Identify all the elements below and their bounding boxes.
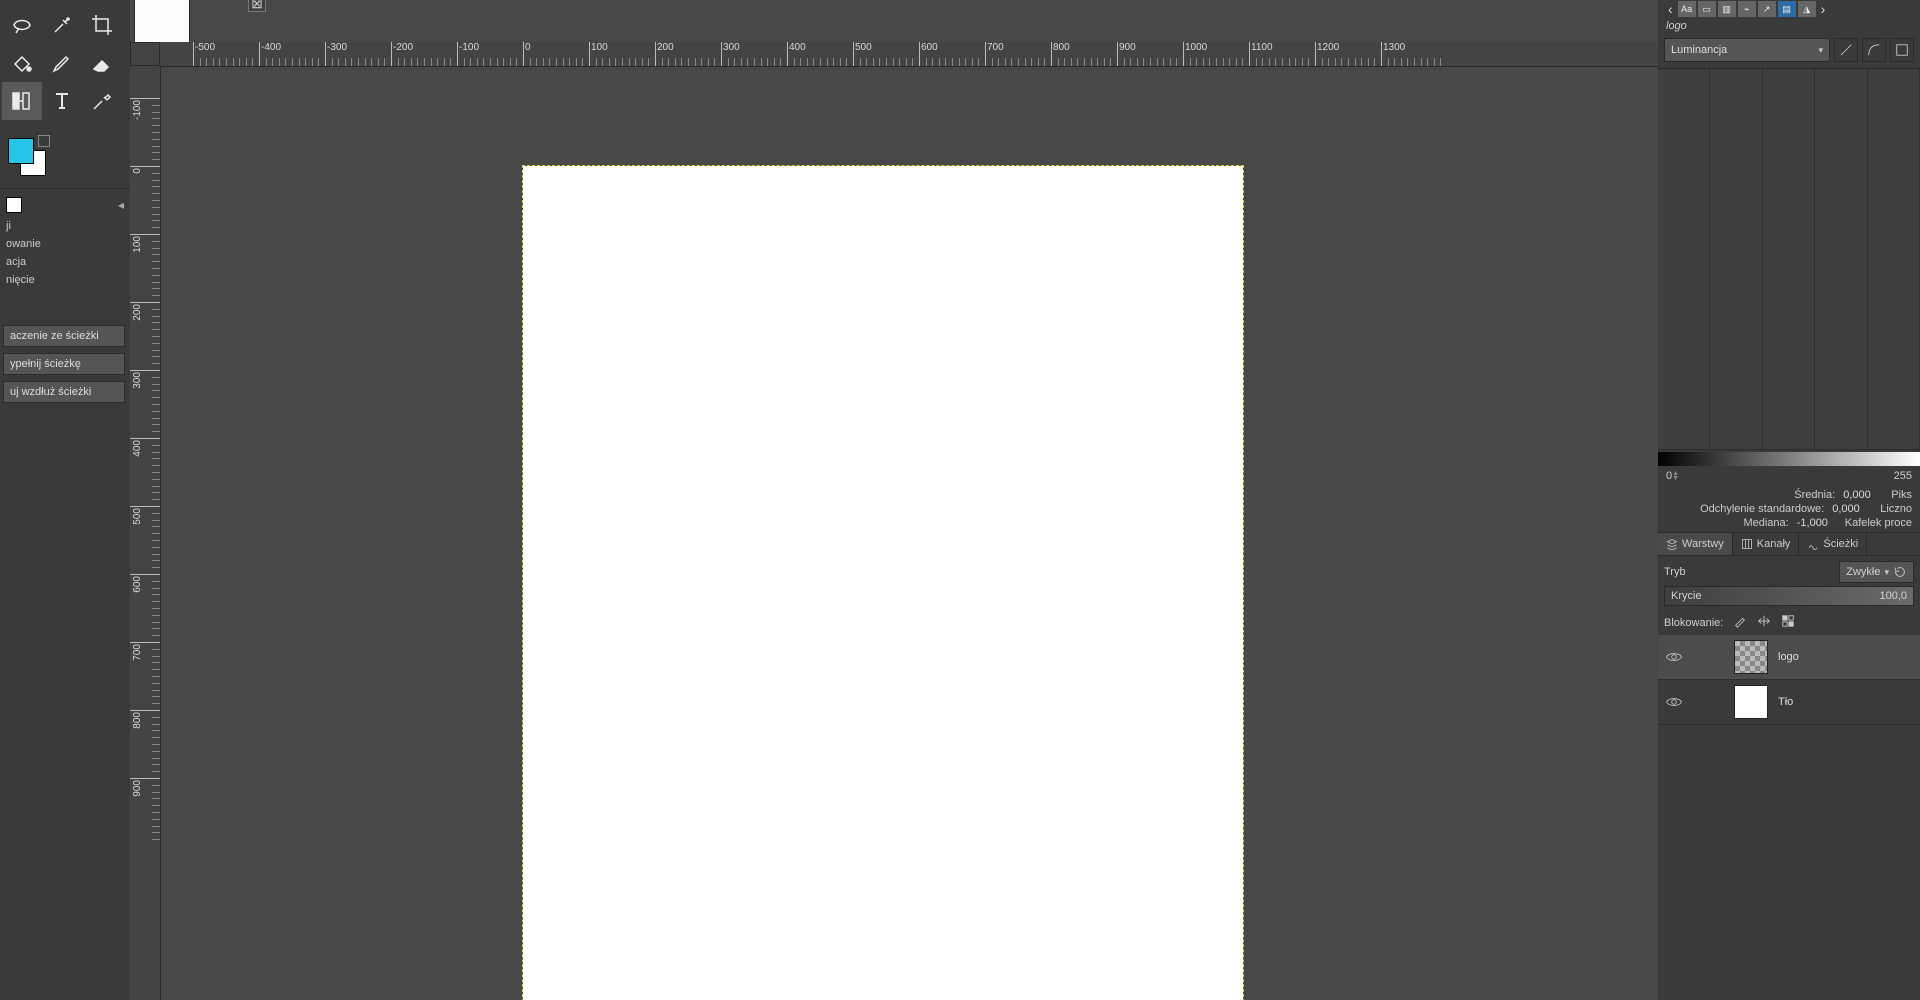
dock-next-icon[interactable]: ›: [1817, 1, 1830, 17]
color-swatches[interactable]: [8, 138, 128, 182]
layer-thumbnail[interactable]: [1734, 685, 1768, 719]
right-panel: ‹ Aa ▭ ▥ ⌁ ↗ ▤ ◮ › logo Luminancja ▾ 0 ▲…: [1658, 0, 1920, 1000]
histogram-gradient: [1658, 452, 1920, 466]
ruler-vertical[interactable]: -1000100200300400500600700800900: [130, 66, 161, 1000]
dock-tab-strip: ‹ Aa ▭ ▥ ⌁ ↗ ▤ ◮ ›: [1658, 0, 1920, 18]
tool-bucket-fill[interactable]: [2, 44, 42, 82]
layer-mode-value: Zwykłe: [1846, 566, 1880, 578]
histogram-title: logo: [1658, 18, 1920, 34]
lock-position-icon[interactable]: [1757, 614, 1771, 631]
layer-mode-label: Tryb: [1664, 566, 1686, 578]
histogram-linear-icon[interactable]: [1834, 38, 1858, 62]
option-line: acja: [0, 253, 130, 271]
tool-eraser[interactable]: [82, 44, 122, 82]
option-line: owanie: [0, 235, 130, 253]
layer-mode-select[interactable]: Zwykłe ▾: [1839, 561, 1914, 583]
dock-tab-icon[interactable]: ▭: [1698, 1, 1716, 17]
tool-paintbrush[interactable]: [42, 44, 82, 82]
tab-label: Kanały: [1757, 538, 1791, 550]
left-panel: ◂ ji owanie acja nięcie aczenie ze ścież…: [0, 0, 130, 1000]
histogram-display[interactable]: [1658, 68, 1920, 450]
tab-paths[interactable]: Ścieżki: [1799, 533, 1867, 555]
layer-thumbnail[interactable]: [1734, 640, 1768, 674]
tab-label: Ścieżki: [1823, 538, 1858, 550]
panel-menu-icon[interactable]: ◂: [118, 198, 124, 212]
tool-fuzzy-select[interactable]: [42, 6, 82, 44]
tab-layers[interactable]: Warstwy: [1658, 533, 1733, 555]
image-tab[interactable]: [134, 0, 190, 42]
image-window: ⊠ -500-400-300-200-100010020030040050060…: [130, 0, 1658, 1000]
layer-list: logo Tło: [1658, 635, 1920, 1000]
option-line: ji: [0, 217, 130, 235]
tab-channels[interactable]: Kanały: [1733, 533, 1800, 555]
histogram-channel-label: Luminancja: [1671, 44, 1727, 56]
chevron-down-icon: ▾: [1818, 45, 1823, 56]
image-tab-bar: ⊠: [130, 0, 1658, 42]
canvas-viewport[interactable]: [160, 66, 1658, 1000]
lock-alpha-icon[interactable]: [1781, 614, 1795, 631]
tool-text[interactable]: [42, 82, 82, 120]
layer-item[interactable]: Tło: [1658, 680, 1920, 725]
opacity-label: Krycie: [1671, 590, 1702, 602]
ruler-corner[interactable]: [130, 42, 160, 66]
dock-tab-icon[interactable]: ▥: [1718, 1, 1736, 17]
layer-opacity-slider[interactable]: Krycie 100,0: [1664, 586, 1914, 606]
histogram-range-max: 255: [1894, 470, 1912, 482]
path-to-selection-button[interactable]: aczenie ze ścieżki: [3, 325, 125, 347]
histogram-range-spinner[interactable]: ▲▼: [1672, 468, 1682, 484]
option-line: nięcie: [0, 271, 130, 289]
tool-options-swatch[interactable]: [6, 197, 22, 213]
layer-visibility-toggle[interactable]: [1664, 693, 1684, 711]
histogram-mode-icon[interactable]: [1890, 38, 1914, 62]
toolbox: [0, 0, 130, 188]
dock-tab-icon[interactable]: ◮: [1798, 1, 1816, 17]
layers-dock-tabs: Warstwy Kanały Ścieżki: [1658, 532, 1920, 556]
layer-item[interactable]: logo: [1658, 635, 1920, 680]
opacity-value: 100,0: [1879, 590, 1907, 602]
histogram-stats: Średnia: 0,000 Piks Odchylenie standardo…: [1658, 486, 1920, 532]
close-tab-button[interactable]: ⊠: [248, 0, 266, 12]
foreground-color-swatch[interactable]: [8, 138, 34, 164]
dock-prev-icon[interactable]: ‹: [1664, 1, 1677, 17]
histogram-channel-select[interactable]: Luminancja ▾: [1664, 38, 1830, 62]
tool-options-panel: ◂ ji owanie acja nięcie aczenie ze ścież…: [0, 188, 130, 1000]
chevron-down-icon: ▾: [1884, 567, 1889, 578]
layer-name[interactable]: Tło: [1778, 696, 1793, 708]
layer-options: Tryb Zwykłe ▾ Krycie 100,0: [1658, 556, 1920, 610]
fill-path-button[interactable]: ypełnij ścieżkę: [3, 353, 125, 375]
dock-tab-icon[interactable]: ↗: [1758, 1, 1776, 17]
canvas[interactable]: [523, 166, 1243, 1000]
lock-pixels-icon[interactable]: [1733, 614, 1747, 631]
dock-tab-icon[interactable]: ⌁: [1738, 1, 1756, 17]
lock-label: Blokowanie:: [1664, 617, 1723, 629]
layer-name[interactable]: logo: [1778, 651, 1799, 663]
layer-lock-row: Blokowanie:: [1658, 610, 1920, 635]
swap-colors-icon[interactable]: [38, 135, 50, 147]
dock-tab-histogram-icon[interactable]: ▤: [1778, 1, 1796, 17]
histogram-log-icon[interactable]: [1862, 38, 1886, 62]
stroke-path-button[interactable]: uj wzdłuż ścieżki: [3, 381, 125, 403]
tool-crop[interactable]: [82, 6, 122, 44]
tab-label: Warstwy: [1682, 538, 1724, 550]
tool-color-picker[interactable]: [82, 82, 122, 120]
tool-paths[interactable]: [2, 82, 42, 120]
ruler-horizontal[interactable]: -500-400-300-200-10001002003004005006007…: [160, 42, 1658, 67]
dock-tab-icon[interactable]: Aa: [1678, 1, 1696, 17]
layer-visibility-toggle[interactable]: [1664, 648, 1684, 666]
tool-free-select[interactable]: [2, 6, 42, 44]
